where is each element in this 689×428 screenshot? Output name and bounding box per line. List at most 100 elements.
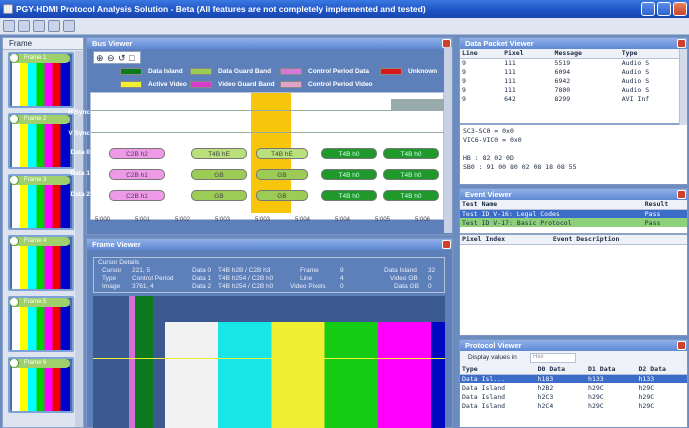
frame-panel-scrollbar[interactable] <box>75 51 83 427</box>
column-header[interactable]: Result <box>642 200 687 210</box>
bus-segment[interactable]: GB <box>191 190 247 201</box>
bus-viewer-title: Bus Viewer <box>87 38 452 49</box>
column-header[interactable]: D2 Data <box>636 365 687 375</box>
frame-thumbnail-label: Frame 6 <box>12 359 70 368</box>
event-viewer-close-icon[interactable] <box>677 190 686 199</box>
bus-segment[interactable]: T4B h0 <box>383 190 439 201</box>
table-row[interactable]: Data Isl... h183 h133 h133 <box>460 374 687 383</box>
bus-segment[interactable]: C2B h1 <box>109 169 165 180</box>
frame-thumbnail-label: Frame 5 <box>12 298 70 307</box>
table-cell: Data Island <box>462 392 506 401</box>
bus-segment[interactable]: T4B h0 <box>321 169 377 180</box>
frame-viewer-title: Frame Viewer <box>87 239 452 250</box>
fit-icon[interactable]: □ <box>129 53 134 63</box>
cursor-details-title: Cursor Details <box>98 259 140 266</box>
capture-icon[interactable] <box>33 20 45 32</box>
table-cell: h29C <box>638 401 655 410</box>
minimize-button[interactable] <box>641 2 655 16</box>
column-header[interactable]: D1 Data <box>586 365 637 375</box>
waveform-area[interactable]: H Sync V Sync Data 0 Data 1 Data 2 C2B h2 T4B … <box>68 92 445 223</box>
table-cell: h183 <box>537 374 554 383</box>
table-row[interactable]: 9 111 7800 Audio S <box>460 85 687 94</box>
packet-detail-line: VIC6-VIC0 = 0x0 <box>463 136 522 144</box>
column-header[interactable]: Line <box>460 49 503 59</box>
check-icon <box>10 54 19 63</box>
frame-image[interactable] <box>93 296 445 428</box>
frame-thumbnail[interactable]: Frame 5 <box>8 296 74 352</box>
close-button[interactable] <box>673 2 687 16</box>
frame-thumbnail[interactable]: Frame 4 <box>8 235 74 291</box>
zoom-out-icon[interactable]: ⊖ <box>107 53 115 64</box>
pan-icon[interactable]: ↺ <box>118 53 126 64</box>
bus-segment[interactable]: C2B h1 <box>109 190 165 201</box>
analyze-icon[interactable] <box>48 20 60 32</box>
color-bars-thumbnail <box>12 123 70 167</box>
save-icon[interactable] <box>18 20 30 32</box>
maximize-button[interactable] <box>657 2 671 16</box>
bus-segment[interactable]: T4B hE <box>256 148 308 159</box>
bus-segment[interactable]: T4B h0 <box>321 148 377 159</box>
table-cell: 6094 <box>554 67 571 76</box>
protocol-viewer-close-icon[interactable] <box>677 341 686 350</box>
column-header[interactable]: Message <box>552 49 620 59</box>
bus-segment[interactable]: GB <box>256 169 308 180</box>
check-icon <box>10 115 19 124</box>
display-values-select[interactable]: Hex <box>530 353 576 363</box>
frame-thumbnail[interactable]: Frame 1 <box>8 52 74 108</box>
frame-label: Frame <box>300 267 319 274</box>
color-bars-thumbnail <box>12 62 70 106</box>
data1-value: T4B h254 / C2B h0 <box>218 275 274 282</box>
table-cell: h29C <box>588 383 604 392</box>
table-row[interactable]: Data Island h2C3 h29C h29C <box>460 392 687 401</box>
bus-viewer-scrollbar[interactable] <box>444 47 452 233</box>
table-row[interactable]: Test ID V-17: Basic Protocol Pass <box>460 218 687 227</box>
table-cell: AVI Inf <box>621 94 650 103</box>
table-row[interactable]: Test ID V-16: Legal Codes Pass <box>460 209 687 218</box>
column-header[interactable]: Pixel <box>502 49 553 59</box>
legend-swatch <box>120 68 142 75</box>
table-row[interactable]: Data Island h2C4 h29C h29C <box>460 401 687 410</box>
table-cell: Data Island <box>462 383 506 392</box>
bus-segment[interactable]: C2B h2 <box>109 148 165 159</box>
v-sync-line <box>91 132 445 133</box>
legend-label: Unknown <box>408 68 438 75</box>
table-cell: h29C <box>588 401 604 410</box>
data0-label: Data 0 <box>192 267 212 274</box>
column-header[interactable]: Test Name <box>460 200 643 210</box>
data-packet-viewer-close-icon[interactable] <box>677 39 686 48</box>
bus-segment[interactable]: T4B h0 <box>383 148 439 159</box>
frame-viewer-close-icon[interactable] <box>442 240 451 249</box>
bus-segment[interactable]: T4B h0 <box>383 169 439 180</box>
table-cell: h2C4 <box>537 401 554 410</box>
frame-thumbnail[interactable]: Frame 6 <box>8 357 74 413</box>
table-cell: 111 <box>504 85 516 94</box>
column-header[interactable]: D0 Data <box>535 365 587 375</box>
column-header[interactable]: Type <box>619 49 687 59</box>
bus-row-label: Data 2 <box>70 191 90 198</box>
frame-thumbnail[interactable]: Frame 3 <box>8 174 74 230</box>
table-row[interactable]: 9 111 5519 Audio S <box>460 58 687 67</box>
table-row[interactable]: Data Island h2B2 h29C h29C <box>460 383 687 392</box>
table-row[interactable]: 9 111 6094 Audio S <box>460 67 687 76</box>
color-bars <box>165 322 445 428</box>
zoom-in-icon[interactable]: ⊕ <box>96 53 104 64</box>
image-label: Image <box>102 283 121 290</box>
time-tick: 5:006 <box>415 217 431 223</box>
table-row[interactable]: 9 642 8299 AVI Inf <box>460 94 687 103</box>
frame-thumbnail[interactable]: Frame 2 <box>8 113 74 169</box>
bus-segment[interactable]: T4B hE <box>191 148 247 159</box>
open-file-icon[interactable] <box>3 20 15 32</box>
table-cell: Test ID V-16: Legal Codes <box>462 209 560 218</box>
column-header[interactable]: Pixel Index <box>460 235 551 245</box>
settings-icon[interactable] <box>63 20 75 32</box>
bus-segment[interactable]: T4B h0 <box>321 190 377 201</box>
cursor-value: 221, 5 <box>132 267 151 274</box>
column-header[interactable]: Event Description <box>550 235 687 245</box>
toolbar <box>0 18 689 35</box>
cursor-line <box>93 358 445 359</box>
column-header[interactable]: Type <box>460 365 536 375</box>
bus-segment[interactable]: GB <box>191 169 247 180</box>
bus-segment[interactable]: GB <box>256 190 308 201</box>
packet-table-scrollbar[interactable] <box>679 49 687 125</box>
table-row[interactable]: 9 111 6942 Audio S <box>460 76 687 85</box>
